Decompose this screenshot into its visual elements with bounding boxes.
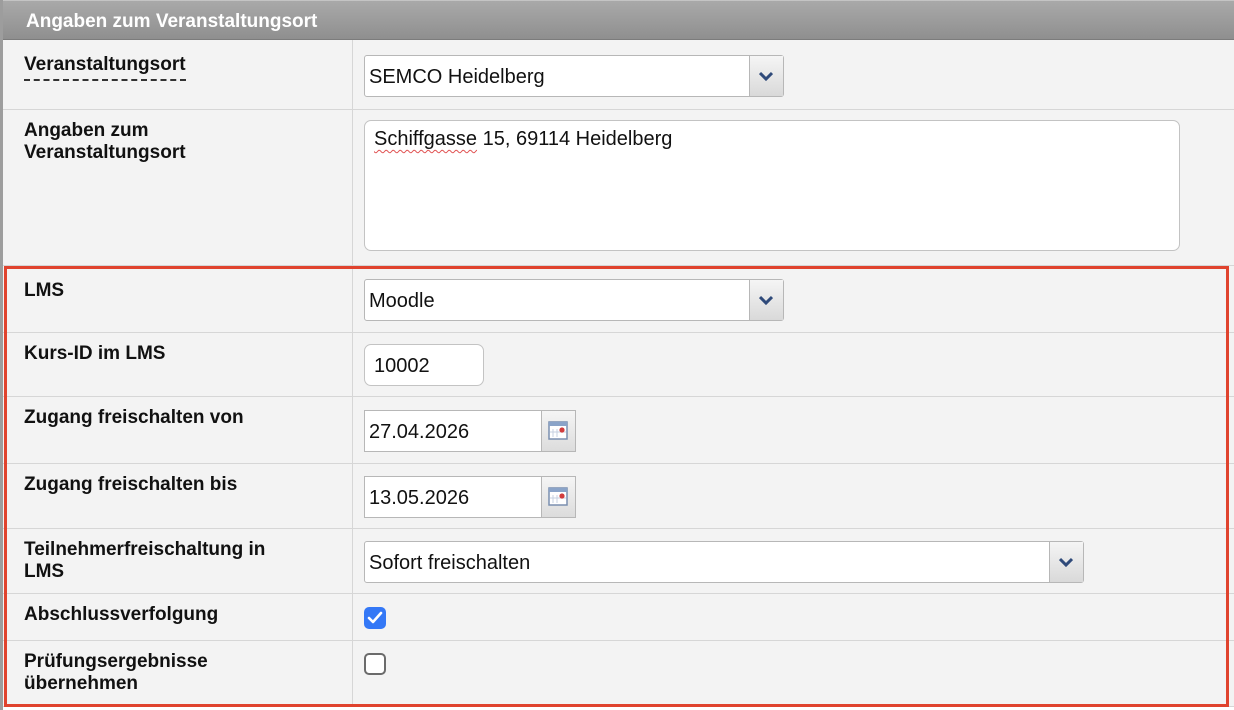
venue-details-label-line1: Angaben zum xyxy=(24,120,149,141)
participant-activation-label: Teilnehmerfreischaltung in LMS xyxy=(24,539,344,583)
checkmark-icon xyxy=(367,611,383,624)
section-header: Angaben zum Veranstaltungsort xyxy=(3,0,1234,40)
exam-results-checkbox[interactable] xyxy=(364,653,386,675)
access-from-calendar-button[interactable] xyxy=(541,411,575,451)
lms-select[interactable]: Moodle xyxy=(364,279,784,321)
row-participant-activation: Teilnehmerfreischaltung in LMS Sofort fr… xyxy=(3,529,1234,594)
venue-details-text: Schiffgasse 15, 69114 Heidelberg xyxy=(374,128,672,151)
row-completion-tracking: Abschlussverfolgung xyxy=(3,594,1234,641)
course-id-input[interactable]: 10002 xyxy=(364,344,484,386)
venue-select[interactable]: SEMCO Heidelberg xyxy=(364,55,784,97)
label-cell: Veranstaltungsort xyxy=(3,40,353,109)
venue-details-label-line2: Veranstaltungsort xyxy=(24,142,186,163)
access-to-date-input[interactable]: 13.05.2026 xyxy=(364,476,576,518)
access-from-date-input[interactable]: 27.04.2026 xyxy=(364,410,576,452)
calendar-icon xyxy=(548,487,568,506)
row-venue-details: Angaben zum Veranstaltungsort Schiffgass… xyxy=(3,110,1234,266)
calendar-icon xyxy=(548,421,568,440)
completion-tracking-label: Abschlussverfolgung xyxy=(24,604,219,625)
label-cell: Angaben zum Veranstaltungsort xyxy=(3,110,353,265)
venue-select-value: SEMCO Heidelberg xyxy=(369,66,545,88)
section-title: Angaben zum Veranstaltungsort xyxy=(26,11,318,32)
access-to-label: Zugang freischalten bis xyxy=(24,474,238,495)
row-venue: Veranstaltungsort SEMCO Heidelberg xyxy=(3,40,1234,110)
label-cell: Kurs-ID im LMS xyxy=(3,333,353,396)
venue-dropdown-button[interactable] xyxy=(749,56,783,96)
exam-results-label-line2: übernehmen xyxy=(24,673,139,694)
row-exam-results: Prüfungsergebnisse übernehmen xyxy=(3,641,1234,707)
venue-details-label: Angaben zum Veranstaltungsort xyxy=(24,120,344,164)
lms-select-value: Moodle xyxy=(369,290,435,312)
course-id-label: Kurs-ID im LMS xyxy=(24,343,166,364)
label-cell: LMS xyxy=(3,266,353,332)
access-to-calendar-button[interactable] xyxy=(541,477,575,517)
row-access-from: Zugang freischalten von 27.04.2026 xyxy=(3,397,1234,464)
chevron-down-icon xyxy=(759,71,773,81)
row-lms: LMS Moodle xyxy=(3,266,1234,333)
venue-details-textarea[interactable]: Schiffgasse 15, 69114 Heidelberg xyxy=(364,120,1180,251)
label-cell: Prüfungsergebnisse übernehmen xyxy=(3,641,353,706)
participant-activation-value: Sofort freischalten xyxy=(369,552,531,574)
participant-activation-label-line1: Teilnehmerfreischaltung in xyxy=(24,539,266,560)
row-course-id: Kurs-ID im LMS 10002 xyxy=(3,333,1234,397)
row-access-to: Zugang freischalten bis 13.05.2026 xyxy=(3,464,1234,529)
chevron-down-icon xyxy=(1059,557,1073,567)
access-to-value: 13.05.2026 xyxy=(369,487,470,509)
label-cell: Teilnehmerfreischaltung in LMS xyxy=(3,529,353,593)
exam-results-label: Prüfungsergebnisse übernehmen xyxy=(24,651,344,695)
participant-activation-label-line2: LMS xyxy=(24,561,65,582)
course-id-value: 10002 xyxy=(374,355,430,377)
venue-details-text-part2: 15, 69114 Heidelberg xyxy=(477,128,673,150)
lms-dropdown-button[interactable] xyxy=(749,280,783,320)
venue-label[interactable]: Veranstaltungsort xyxy=(24,54,186,81)
label-cell: Zugang freischalten bis xyxy=(3,464,353,528)
completion-tracking-checkbox[interactable] xyxy=(364,607,386,629)
access-from-value: 27.04.2026 xyxy=(369,421,470,443)
participant-activation-dropdown-button[interactable] xyxy=(1049,542,1083,582)
chevron-down-icon xyxy=(759,295,773,305)
venue-details-text-part1: Schiffgasse xyxy=(374,128,478,150)
exam-results-label-line1: Prüfungsergebnisse xyxy=(24,651,208,672)
lms-label: LMS xyxy=(24,280,65,301)
access-from-label: Zugang freischalten von xyxy=(24,407,244,428)
label-cell: Abschlussverfolgung xyxy=(3,594,353,640)
label-cell: Zugang freischalten von xyxy=(3,397,353,463)
participant-activation-select[interactable]: Sofort freischalten xyxy=(364,541,1084,583)
